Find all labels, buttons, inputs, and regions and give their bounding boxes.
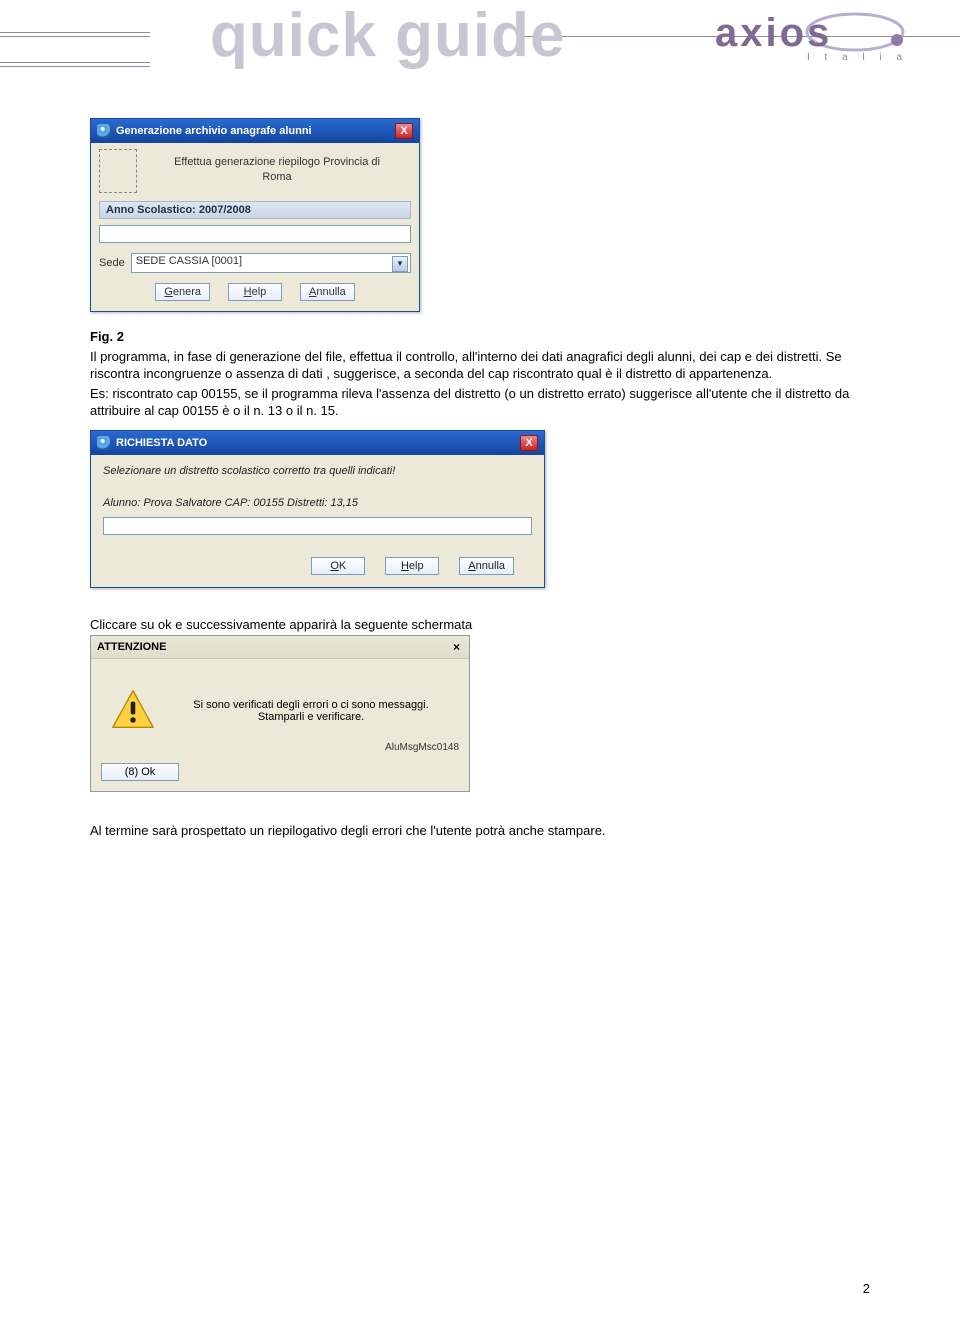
- sede-row: Sede SEDE CASSIA [0001]: [99, 253, 411, 273]
- dialog-generazione: Generazione archivio anagrafe alunni X E…: [90, 118, 420, 312]
- sede-value: SEDE CASSIA [0001]: [136, 255, 242, 267]
- logo-text: axios: [715, 11, 832, 55]
- dialog-message: Si sono verificati degli errori o ci son…: [173, 699, 449, 723]
- axios-logo: axios I t a l i a: [685, 2, 905, 72]
- app-icon: [97, 436, 111, 450]
- distretto-input[interactable]: [103, 517, 532, 535]
- logo-subtext: I t a l i a: [807, 52, 905, 63]
- dialog-button-row: Genera Help Annulla: [99, 273, 411, 303]
- warning-icon: [111, 687, 155, 734]
- genera-button[interactable]: Genera: [155, 283, 210, 301]
- dialog-attenzione: ATTENZIONE × Si sono verificati degli er…: [90, 635, 470, 792]
- dialog-title: RICHIESTA DATO: [116, 437, 207, 449]
- dialog-body: Effettua generazione riepilogo Provincia…: [91, 143, 419, 311]
- dialog-message-line2: Roma: [262, 171, 291, 183]
- page-number: 2: [863, 1281, 870, 1296]
- dialog-titlebar: ATTENZIONE ×: [91, 636, 469, 659]
- help-button[interactable]: Help: [228, 283, 282, 301]
- blank-field[interactable]: [99, 225, 411, 243]
- error-code: AluMsgMsc0148: [91, 742, 469, 757]
- paragraph-2: Es: riscontrato cap 00155, se il program…: [90, 385, 870, 420]
- close-icon[interactable]: ×: [450, 640, 463, 654]
- dialog-message: Effettua generazione riepilogo Provincia…: [99, 149, 411, 186]
- dialog-instruction: Selezionare un distretto scolastico corr…: [103, 465, 532, 477]
- page-header: quick guide axios I t a l i a: [90, 8, 870, 78]
- annulla-button[interactable]: Annulla: [300, 283, 355, 301]
- dialog-richiesta-dato: RICHIESTA DATO X Selezionare un distrett…: [90, 430, 545, 588]
- dialog-titlebar: RICHIESTA DATO X: [91, 431, 544, 455]
- sede-select[interactable]: SEDE CASSIA [0001]: [131, 253, 411, 273]
- thumbnail-placeholder: [99, 149, 137, 193]
- header-rule: [0, 32, 150, 33]
- sede-label: Sede: [99, 257, 125, 269]
- dialog-button-row: (8) Ok: [91, 757, 469, 791]
- ok-button[interactable]: OK: [311, 557, 365, 575]
- annulla-button[interactable]: Annulla: [459, 557, 514, 575]
- ok-button[interactable]: (8) Ok: [101, 763, 179, 781]
- dialog-title: ATTENZIONE: [97, 641, 166, 653]
- dialog-body: Si sono verificati degli errori o ci son…: [91, 659, 469, 742]
- guide-title: quick guide: [210, 0, 565, 71]
- paragraph-4: Al termine sarà prospettato un riepiloga…: [90, 822, 870, 840]
- dialog-detail-line: Alunno: Prova Salvatore CAP: 00155 Distr…: [103, 497, 532, 509]
- close-icon[interactable]: X: [395, 123, 413, 139]
- attn-msg-line1: Si sono verificati degli errori o ci son…: [193, 699, 428, 711]
- dialog-title: Generazione archivio anagrafe alunni: [116, 125, 312, 137]
- paragraph-1: Il programma, in fase di generazione del…: [90, 348, 870, 383]
- paragraph-3: Cliccare su ok e successivamente apparir…: [90, 616, 870, 634]
- dialog-titlebar: Generazione archivio anagrafe alunni X: [91, 119, 419, 143]
- dialog-message-line1: Effettua generazione riepilogo Provincia…: [174, 156, 380, 168]
- help-button[interactable]: Help: [385, 557, 439, 575]
- header-rule: [0, 62, 150, 63]
- anno-scolastico-bar: Anno Scolastico: 2007/2008: [99, 201, 411, 219]
- close-icon[interactable]: X: [520, 435, 538, 451]
- dialog-button-row: OK Help Annulla: [103, 547, 532, 577]
- figure-label: Fig. 2: [90, 328, 870, 346]
- header-rule: [0, 36, 150, 37]
- header-rule: [0, 66, 150, 67]
- dialog-body: Selezionare un distretto scolastico corr…: [91, 455, 544, 587]
- attn-msg-line2: Stamparli e verificare.: [258, 711, 364, 723]
- app-icon: [97, 124, 111, 138]
